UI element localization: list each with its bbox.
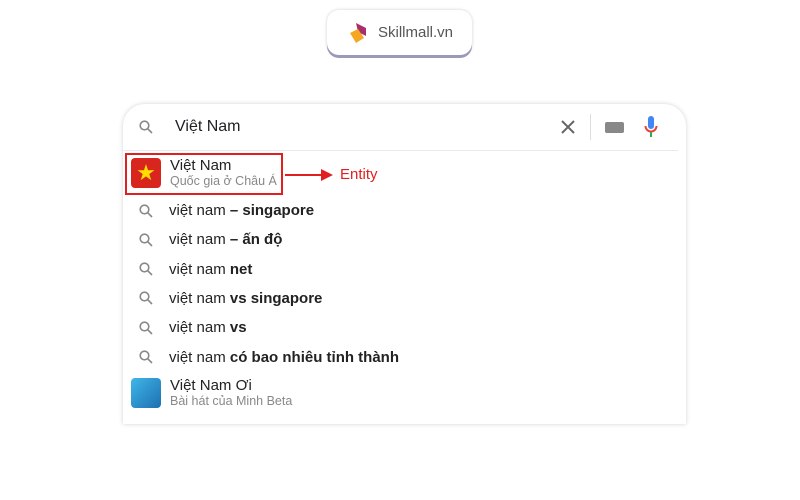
- suggestion-prefix: việt nam: [169, 348, 230, 366]
- suggestion-prefix: việt nam: [169, 260, 230, 278]
- suggestion-item[interactable]: việt nam vs: [123, 313, 247, 342]
- search-icon: [139, 291, 153, 305]
- suggestion-prefix: việt nam: [169, 202, 230, 219]
- suggestion-completion: vs: [229, 319, 247, 337]
- arrow-icon: [285, 169, 333, 181]
- suggestion-item[interactable]: việt nam – ấn độ: [123, 225, 282, 254]
- suggestion-completion: – ấn độ: [229, 231, 283, 249]
- suggestion-completion: vs singapore: [229, 289, 323, 307]
- suggestion-prefix: việt nam: [169, 289, 230, 307]
- search-icon: [139, 321, 153, 335]
- search-icon: [139, 203, 153, 218]
- clear-icon[interactable]: [560, 119, 576, 135]
- entity-subtitle: Bài hát của Minh Beta: [170, 394, 293, 408]
- entity-title: Việt Nam Ơi: [170, 377, 252, 394]
- logo-icon: [349, 22, 366, 43]
- entity-label: Entity: [340, 166, 378, 183]
- suggestion-item[interactable]: việt nam có bao nhiêu tỉnh thành: [123, 343, 399, 372]
- search-icon: [139, 262, 153, 276]
- suggestion-prefix: việt nam: [169, 231, 230, 249]
- suggestion-completion: net: [229, 260, 253, 278]
- search-bar[interactable]: Việt Nam: [123, 104, 678, 151]
- suggestion-prefix: việt nam: [169, 319, 230, 337]
- search-icon: [139, 233, 153, 247]
- suggestion-item[interactable]: việt nam – singapore: [123, 196, 314, 225]
- entity-suggestion-song[interactable]: Việt Nam Ơi Bài hát của Minh Beta: [131, 377, 292, 408]
- suggestion-completion: – singapore: [229, 202, 315, 219]
- keyboard-icon[interactable]: [605, 121, 624, 133]
- suggestion-completion: có bao nhiêu tỉnh thành: [229, 348, 400, 366]
- search-icon: [139, 350, 153, 364]
- divider: [590, 114, 591, 140]
- suggestion-item[interactable]: việt nam net: [123, 255, 252, 284]
- entity-highlight-box: [125, 153, 283, 195]
- logo-text: Skillmall.vn: [377, 24, 453, 41]
- search-dropdown: Việt Nam ★ Việt Nam Quốc gia ở Châu Á việ…: [123, 104, 686, 424]
- search-icon: [139, 120, 153, 134]
- skillmall-logo: Skillmall.vn: [327, 10, 472, 55]
- song-thumbnail: [131, 377, 161, 408]
- suggestion-item[interactable]: việt nam vs singapore: [123, 284, 322, 313]
- search-input[interactable]: Việt Nam: [175, 118, 560, 136]
- mic-icon[interactable]: [644, 115, 658, 139]
